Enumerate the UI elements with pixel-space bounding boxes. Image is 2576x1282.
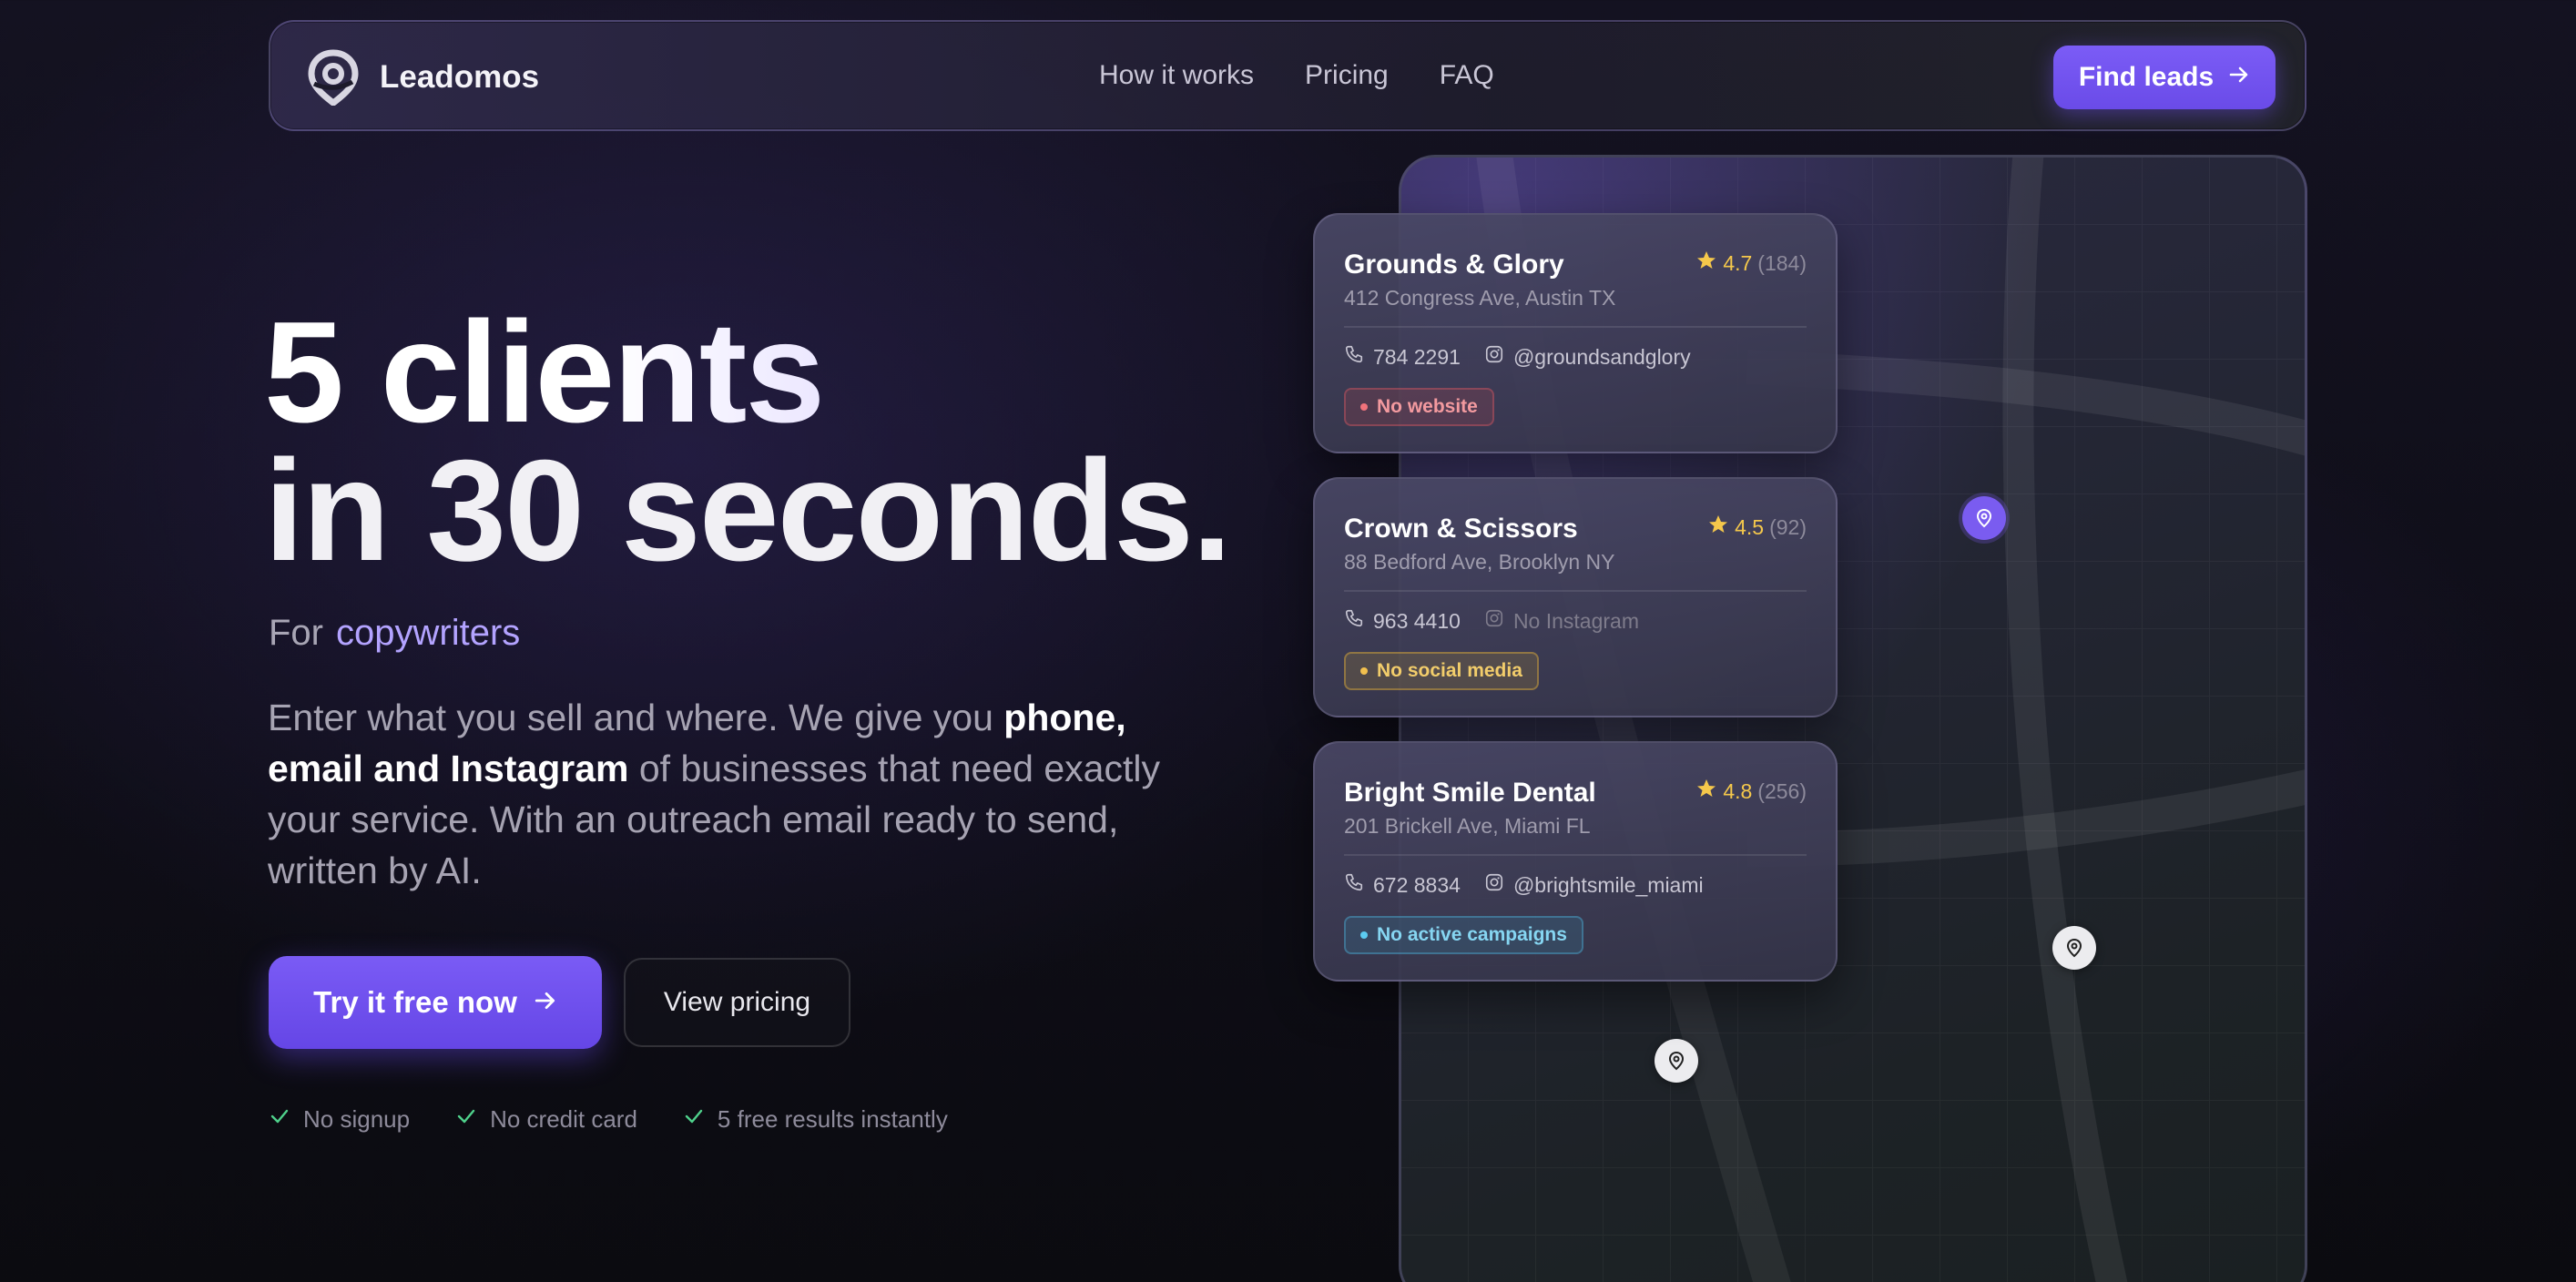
description-text-1: Enter what you sell and where. We give y… <box>268 697 1004 738</box>
business-address: 412 Congress Ave, Austin TX <box>1344 286 1616 310</box>
status-badge: No website <box>1344 388 1494 426</box>
review-count: (92) <box>1769 514 1807 539</box>
try-free-label: Try it free now <box>313 985 517 1019</box>
audience-line: For copywriters <box>269 613 520 654</box>
rating-value: 4.7 <box>1723 250 1753 275</box>
rating: 4.5 (92) <box>1707 514 1807 541</box>
view-pricing-label: View pricing <box>663 987 811 1017</box>
divider <box>1344 590 1807 592</box>
phone-contact[interactable]: 963 4410 <box>1344 608 1461 634</box>
rating-value: 4.5 <box>1735 514 1765 539</box>
status-badge: No social media <box>1344 652 1539 690</box>
phone-icon <box>1344 344 1364 370</box>
check-label: 5 free results instantly <box>717 1105 948 1133</box>
nav-links: How it works Pricing FAQ <box>1099 22 1494 129</box>
instagram-handle: No Instagram <box>1512 608 1639 633</box>
map-pin-icon[interactable] <box>2052 926 2096 970</box>
phone-contact[interactable]: 672 8834 <box>1344 872 1461 898</box>
hero-title-line-2: in 30 seconds. <box>264 431 1232 591</box>
arrow-right-icon <box>2228 62 2250 93</box>
contact-row: 672 8834 @brightsmile_miami <box>1344 872 1704 898</box>
audience-label: For <box>269 613 323 653</box>
star-icon <box>1695 778 1717 805</box>
check-icon <box>683 1105 705 1134</box>
phone-contact[interactable]: 784 2291 <box>1344 344 1461 370</box>
badge-label: No active campaigns <box>1377 924 1567 945</box>
rating: 4.7 (184) <box>1695 249 1807 277</box>
phone-icon <box>1344 608 1364 634</box>
check-icon <box>269 1105 290 1134</box>
instagram-icon <box>1484 872 1504 898</box>
phone-number: 963 4410 <box>1373 608 1461 633</box>
brand[interactable]: Leadomos <box>307 49 540 107</box>
hero-title-line-1: 5 clients <box>264 300 1230 444</box>
status-badge: No active campaigns <box>1344 916 1583 954</box>
hero-title: 5 clients in 30 seconds. <box>264 300 1232 591</box>
check-icon <box>455 1105 477 1134</box>
rating: 4.8 (256) <box>1695 778 1807 805</box>
audience-value: copywriters <box>336 613 521 653</box>
find-leads-label: Find leads <box>2078 62 2215 92</box>
review-count: (256) <box>1757 778 1807 803</box>
instagram-handle: @groundsandglory <box>1512 344 1691 369</box>
phone-number: 784 2291 <box>1373 344 1461 369</box>
rating-value: 4.8 <box>1723 778 1753 803</box>
status-dot <box>1360 403 1368 411</box>
status-dot <box>1360 931 1368 939</box>
badge-label: No website <box>1377 396 1478 417</box>
nav-link-faq[interactable]: FAQ <box>1440 60 1494 91</box>
arrow-right-icon <box>534 985 557 1020</box>
brand-name: Leadomos <box>380 59 540 95</box>
check-item: No signup <box>269 1105 410 1134</box>
lead-card[interactable]: Grounds & Glory 412 Congress Ave, Austin… <box>1313 213 1838 453</box>
star-icon <box>1707 514 1729 541</box>
benefit-checks: No signup No credit card 5 free results … <box>269 1105 948 1134</box>
map-pin-icon[interactable] <box>1962 496 2006 540</box>
map-pin-logo-icon <box>307 49 360 107</box>
divider <box>1344 326 1807 328</box>
top-navbar: Leadomos How it works Pricing FAQ Find l… <box>269 20 2306 131</box>
lead-card[interactable]: Bright Smile Dental 201 Brickell Ave, Mi… <box>1313 741 1838 982</box>
business-address: 88 Bedford Ave, Brooklyn NY <box>1344 550 1615 574</box>
view-pricing-button[interactable]: View pricing <box>624 958 850 1047</box>
business-address: 201 Brickell Ave, Miami FL <box>1344 814 1591 838</box>
find-leads-button[interactable]: Find leads <box>2053 46 2276 109</box>
star-icon <box>1695 249 1717 277</box>
check-label: No credit card <box>490 1105 637 1133</box>
badge-label: No social media <box>1377 660 1522 681</box>
instagram-contact[interactable]: @brightsmile_miami <box>1484 872 1704 898</box>
instagram-handle: @brightsmile_miami <box>1512 872 1704 897</box>
business-name: Grounds & Glory <box>1344 249 1564 280</box>
status-dot <box>1360 667 1368 675</box>
contact-row: 784 2291 @groundsandglory <box>1344 344 1691 370</box>
try-free-button[interactable]: Try it free now <box>269 956 602 1049</box>
instagram-contact[interactable]: @groundsandglory <box>1484 344 1691 370</box>
check-item: 5 free results instantly <box>683 1105 948 1134</box>
instagram-icon <box>1484 608 1504 634</box>
contact-row: 963 4410 No Instagram <box>1344 608 1639 634</box>
map-pin-icon[interactable] <box>1655 1039 1698 1083</box>
lead-card[interactable]: Crown & Scissors 88 Bedford Ave, Brookly… <box>1313 477 1838 717</box>
hero-description: Enter what you sell and where. We give y… <box>268 692 1224 896</box>
instagram-contact: No Instagram <box>1484 608 1639 634</box>
phone-number: 672 8834 <box>1373 872 1461 897</box>
business-name: Crown & Scissors <box>1344 514 1578 544</box>
phone-icon <box>1344 872 1364 898</box>
check-item: No credit card <box>455 1105 637 1134</box>
nav-link-pricing[interactable]: Pricing <box>1305 60 1389 91</box>
nav-link-how-it-works[interactable]: How it works <box>1099 60 1254 91</box>
review-count: (184) <box>1757 250 1807 275</box>
check-label: No signup <box>303 1105 411 1133</box>
divider <box>1344 854 1807 856</box>
instagram-icon <box>1484 344 1504 370</box>
business-name: Bright Smile Dental <box>1344 778 1596 808</box>
